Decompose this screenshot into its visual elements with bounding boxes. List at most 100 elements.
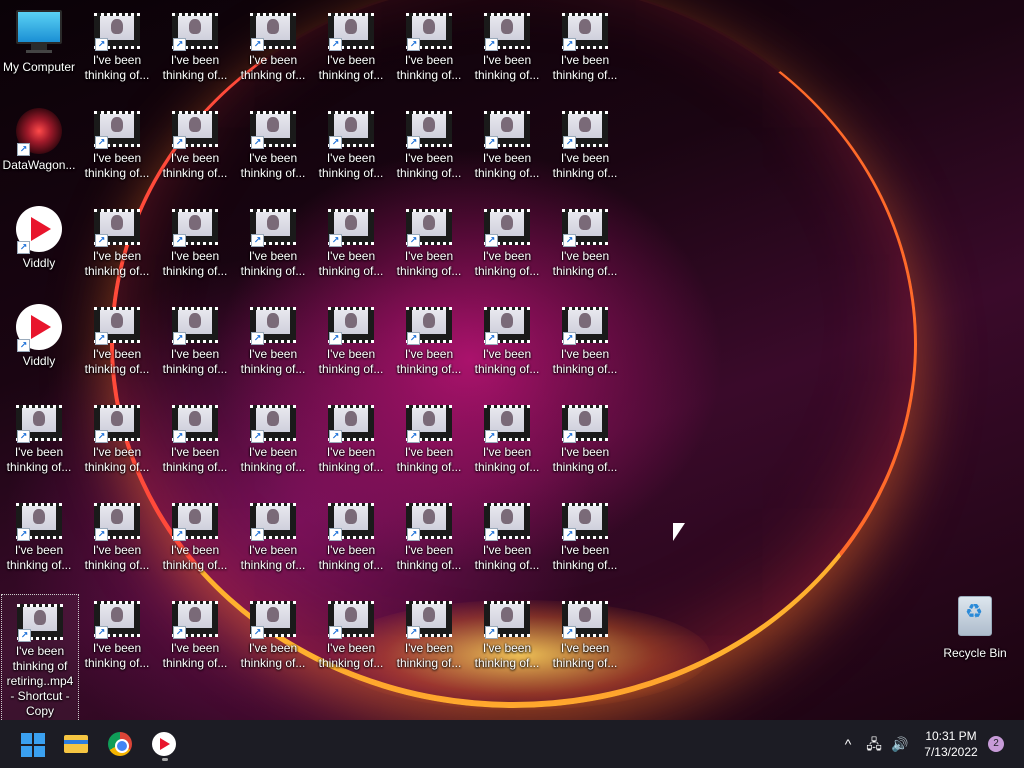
desktop-icon-video-shortcut[interactable]: ↗ I've been thinking of... xyxy=(235,494,311,573)
desktop-icon-my-computer[interactable]: My Computer xyxy=(1,4,77,75)
desktop-icon-video-shortcut[interactable]: ↗ I've been thinking of... xyxy=(157,4,233,83)
desktop-icon-video-shortcut[interactable]: ↗ I've been thinking of... xyxy=(547,102,623,181)
desktop-icon-video-shortcut[interactable]: ↗ I've been thinking of... xyxy=(391,396,467,475)
viddly-taskbar-button[interactable] xyxy=(148,728,180,760)
desktop-icon-video-shortcut[interactable]: ↗ I've been thinking of... xyxy=(157,298,233,377)
desktop-icon-video-shortcut[interactable]: ↗ I've been thinking of... xyxy=(547,298,623,377)
desktop-icon-video-shortcut[interactable]: ↗ I've been thinking of... xyxy=(79,298,155,377)
desktop-icon-video-shortcut[interactable]: ↗ I've been thinking of... xyxy=(391,298,467,377)
desktop-icon-video-shortcut[interactable]: ↗ I've been thinking of... xyxy=(79,102,155,181)
shortcut-arrow-icon: ↗ xyxy=(17,339,30,352)
desktop-icon-video-shortcut[interactable]: ↗ I've been thinking of... xyxy=(469,494,545,573)
desktop-icon-viddly[interactable]: ↗ Viddly xyxy=(1,298,77,369)
desktop-icon-label-line: thinking of... xyxy=(162,166,228,180)
desktop-icon-video-shortcut[interactable]: ↗ I've been thinking of... xyxy=(391,102,467,181)
desktop-icon-video-shortcut[interactable]: ↗ I've been thinking of... xyxy=(547,494,623,573)
desktop-icon-video-shortcut[interactable]: ↗ I've been thinking of... xyxy=(469,102,545,181)
desktop-icon-video-shortcut[interactable]: ↗ I've been thinking of... xyxy=(157,102,233,181)
desktop-icon-video-shortcut[interactable]: ↗ I've been thinking of... xyxy=(313,396,389,475)
desktop-icon-video-shortcut[interactable]: ↗ I've been thinking of... xyxy=(235,396,311,475)
video-file-icon: ↗ xyxy=(327,405,375,443)
desktop-icon-video-shortcut[interactable]: ↗ I've been thinking of... xyxy=(313,298,389,377)
shortcut-arrow-icon: ↗ xyxy=(563,528,576,541)
video-file-icon: ↗ xyxy=(249,307,297,345)
desktop-icon-video-shortcut[interactable]: ↗ I've been thinking of... xyxy=(157,200,233,279)
shortcut-arrow-icon: ↗ xyxy=(329,38,342,51)
desktop-icon-video-shortcut[interactable]: ↗ I've been thinking of... xyxy=(235,298,311,377)
shortcut-arrow-icon: ↗ xyxy=(407,136,420,149)
desktop-icon-video-shortcut[interactable]: ↗ I've been thinking of... xyxy=(469,592,545,671)
desktop-icon-video-shortcut[interactable]: ↗ I've been thinking of... xyxy=(469,200,545,279)
desktop-icon-video-shortcut[interactable]: ↗ I've been thinking of... xyxy=(1,494,77,573)
desktop-icon-video-shortcut[interactable]: ↗ I've been thinking of... xyxy=(313,494,389,573)
desktop-icon-video-shortcut[interactable]: ↗ I've been thinking of... xyxy=(313,592,389,671)
volume-icon[interactable]: 🔊 xyxy=(890,734,910,754)
chrome-button[interactable] xyxy=(104,728,136,760)
desktop-icon-label-line: I've been xyxy=(92,445,142,459)
shortcut-arrow-icon: ↗ xyxy=(563,38,576,51)
show-hidden-icons-chevron-icon[interactable]: ^ xyxy=(838,734,858,754)
desktop-icon-video-shortcut[interactable]: ↗ I've been thinking of... xyxy=(391,494,467,573)
shortcut-arrow-icon: ↗ xyxy=(563,430,576,443)
video-file-icon: ↗ xyxy=(249,13,297,51)
desktop-icon-video-shortcut[interactable]: ↗ I've been thinking of... xyxy=(79,4,155,83)
desktop-icon-video-shortcut[interactable]: ↗ I've been thinking of... xyxy=(391,592,467,671)
network-icon[interactable]: 🖧 xyxy=(864,734,884,754)
video-file-icon: ↗ xyxy=(405,13,453,51)
video-file-icon: ↗ xyxy=(327,209,375,247)
desktop-icon-video-shortcut[interactable]: ↗ I've been thinking of... xyxy=(547,396,623,475)
taskbar: ^ 🖧 🔊 10:31 PM 7/13/2022 2 xyxy=(0,720,1024,768)
taskbar-clock[interactable]: 10:31 PM 7/13/2022 xyxy=(916,728,986,760)
desktop-icon-label-line: thinking of... xyxy=(474,656,540,670)
desktop-icon-label-line: thinking of... xyxy=(240,68,306,82)
desktop-icon-video-shortcut[interactable]: ↗ I've been thinking of... xyxy=(313,102,389,181)
desktop-icon-label-line: thinking of... xyxy=(162,68,228,82)
desktop-icon-video-shortcut[interactable]: ↗ I've been thinking of... xyxy=(313,200,389,279)
shortcut-arrow-icon: ↗ xyxy=(485,136,498,149)
desktop-icon-video-shortcut[interactable]: ↗ I've been thinking of... xyxy=(157,396,233,475)
desktop-icon-label-line: I've been xyxy=(404,445,454,459)
desktop-icon-video-shortcut-selected[interactable]: ↗ I've been thinking of retiring..mp4 - … xyxy=(1,594,79,722)
desktop-icon-datawagon[interactable]: ↗ DataWagon... xyxy=(1,102,77,173)
desktop-icon-video-shortcut[interactable]: ↗ I've been thinking of... xyxy=(79,396,155,475)
desktop-icon-label-line: I've been xyxy=(482,543,532,557)
desktop-icon-video-shortcut[interactable]: ↗ I've been thinking of... xyxy=(313,4,389,83)
desktop-icon-video-shortcut[interactable]: ↗ I've been thinking of... xyxy=(157,592,233,671)
shortcut-arrow-icon: ↗ xyxy=(251,528,264,541)
desktop-icon-label-line: thinking of... xyxy=(396,558,462,572)
desktop-icon-label: My Computer xyxy=(2,60,76,74)
desktop-icon-label-line: I've been xyxy=(170,543,220,557)
video-file-icon: ↗ xyxy=(15,405,63,443)
desktop-icon-video-shortcut[interactable]: ↗ I've been thinking of... xyxy=(547,4,623,83)
desktop-icon-recycle-bin[interactable]: Recycle Bin xyxy=(937,590,1013,661)
desktop-icon-video-shortcut[interactable]: ↗ I've been thinking of... xyxy=(79,494,155,573)
mouse-cursor-icon xyxy=(673,523,685,541)
file-explorer-button[interactable] xyxy=(60,728,92,760)
desktop-icon-video-shortcut[interactable]: ↗ I've been thinking of... xyxy=(391,200,467,279)
desktop-icon-viddly[interactable]: ↗ Viddly xyxy=(1,200,77,271)
desktop-icon-video-shortcut[interactable]: ↗ I've been thinking of... xyxy=(235,200,311,279)
desktop-icon-label-line: I've been xyxy=(404,53,454,67)
desktop-icon-label-line: thinking of... xyxy=(552,166,618,180)
desktop-icon-label-line: thinking of... xyxy=(552,656,618,670)
desktop-icon-video-shortcut[interactable]: ↗ I've been thinking of... xyxy=(157,494,233,573)
desktop-icon-video-shortcut[interactable]: ↗ I've been thinking of... xyxy=(469,396,545,475)
desktop-icon-video-shortcut[interactable]: ↗ I've been thinking of... xyxy=(235,592,311,671)
desktop-icon-video-shortcut[interactable]: ↗ I've been thinking of... xyxy=(547,592,623,671)
desktop-icon-label-line: I've been xyxy=(326,641,376,655)
desktop-icon-video-shortcut[interactable]: ↗ I've been thinking of... xyxy=(79,592,155,671)
viddly-icon: ↗ xyxy=(15,206,63,254)
desktop-icon-video-shortcut[interactable]: ↗ I've been thinking of... xyxy=(469,298,545,377)
notification-badge[interactable]: 2 xyxy=(988,736,1004,752)
desktop-icon-video-shortcut[interactable]: ↗ I've been thinking of... xyxy=(391,4,467,83)
desktop-icon-label-line: thinking of... xyxy=(240,264,306,278)
start-button[interactable] xyxy=(16,728,48,760)
desktop-icon-label-line: thinking of... xyxy=(84,558,150,572)
shortcut-arrow-icon: ↗ xyxy=(95,430,108,443)
desktop-icon-video-shortcut[interactable]: ↗ I've been thinking of... xyxy=(235,102,311,181)
desktop-icon-video-shortcut[interactable]: ↗ I've been thinking of... xyxy=(79,200,155,279)
desktop-icon-video-shortcut[interactable]: ↗ I've been thinking of... xyxy=(469,4,545,83)
desktop-icon-video-shortcut[interactable]: ↗ I've been thinking of... xyxy=(1,396,77,475)
desktop-icon-video-shortcut[interactable]: ↗ I've been thinking of... xyxy=(547,200,623,279)
desktop-icon-video-shortcut[interactable]: ↗ I've been thinking of... xyxy=(235,4,311,83)
